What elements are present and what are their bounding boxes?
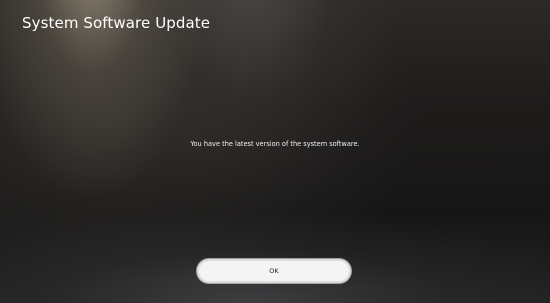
ok-button[interactable]: OK: [197, 259, 351, 283]
ok-button-label: OK: [269, 267, 279, 275]
page-title: System Software Update: [22, 14, 211, 32]
status-message: You have the latest version of the syste…: [190, 140, 360, 148]
